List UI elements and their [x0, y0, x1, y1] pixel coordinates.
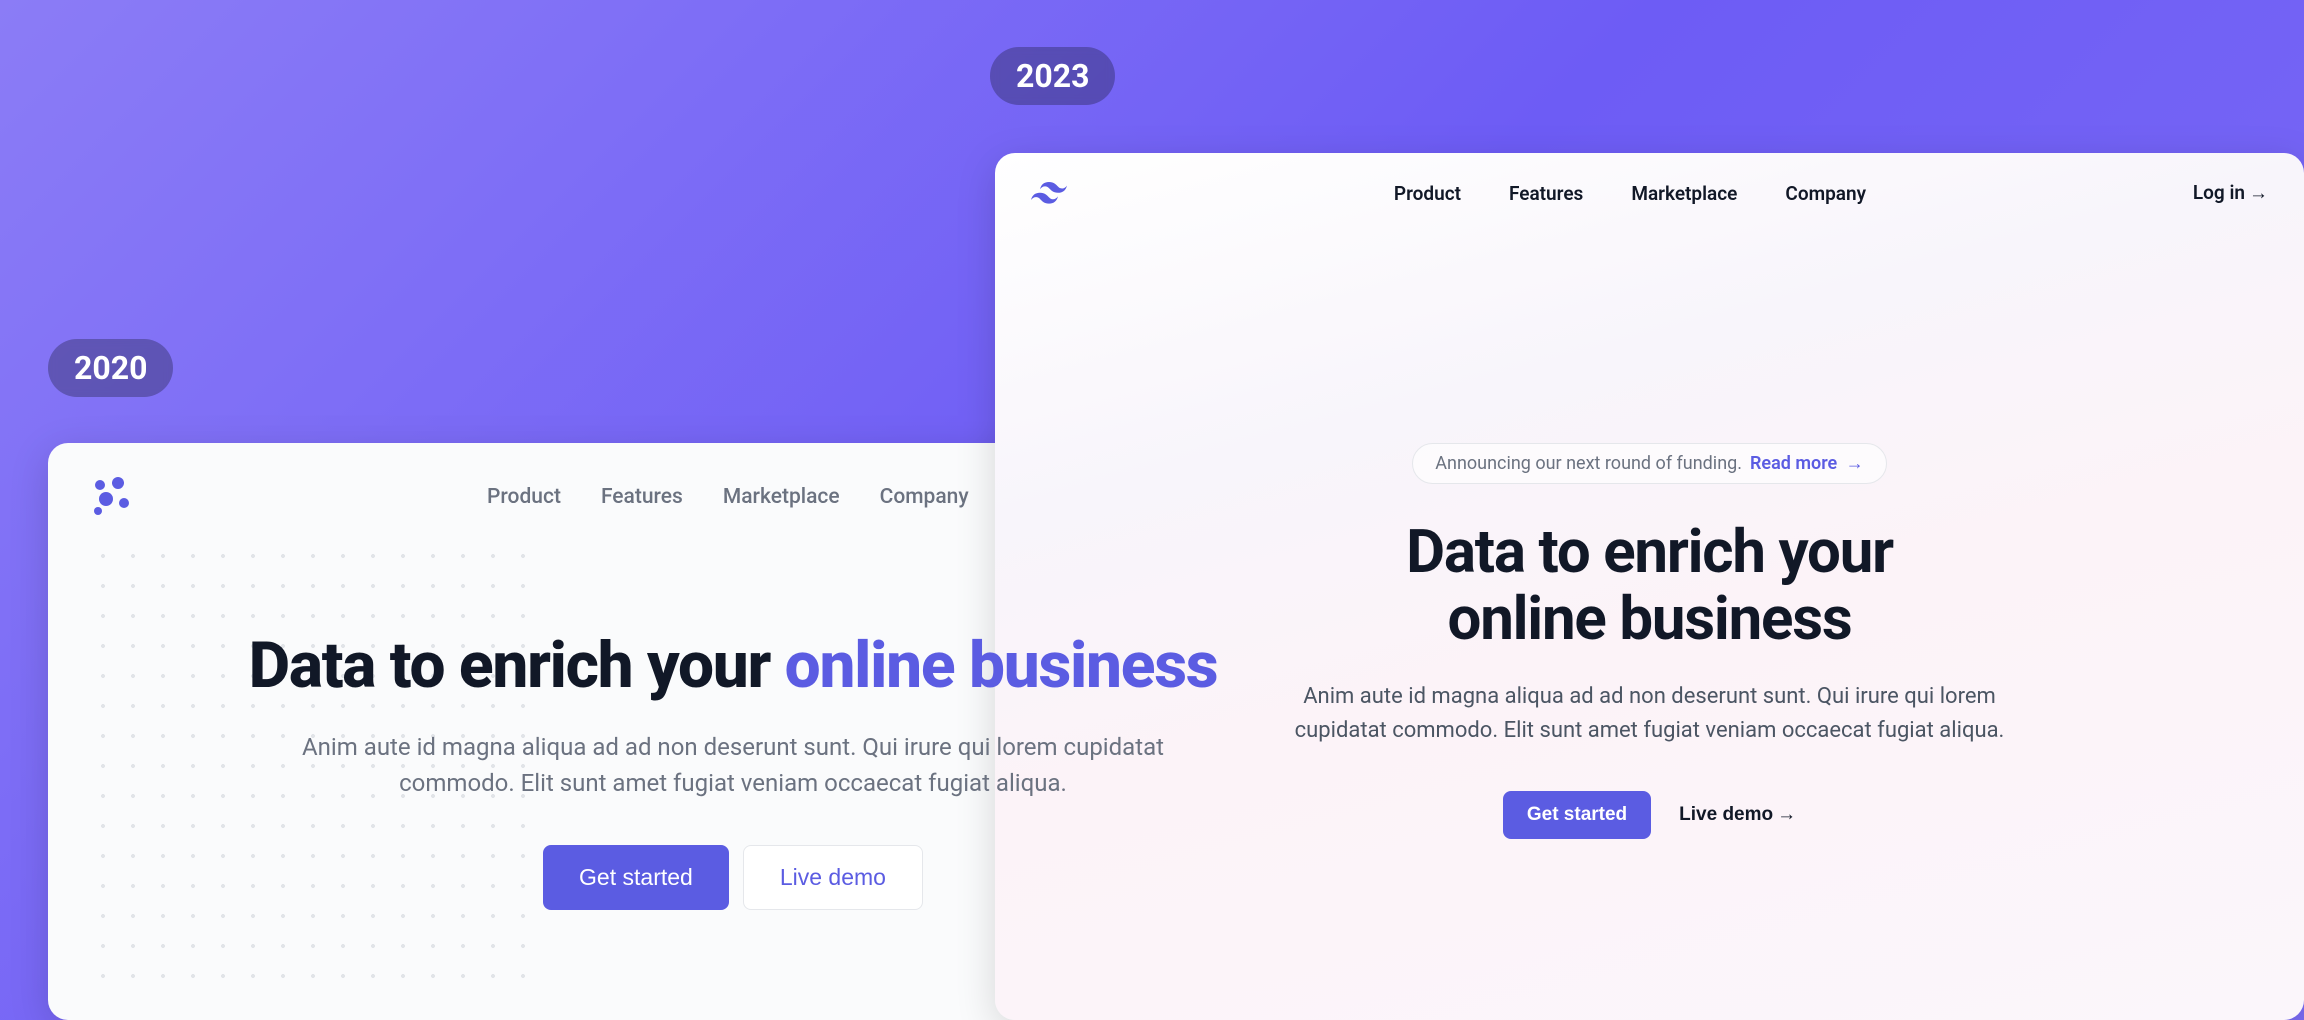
announcement-pill[interactable]: Announcing our next round of funding. Re…: [1412, 443, 1886, 484]
hero-description-2020: Anim aute id magna aliqua ad ad non dese…: [283, 729, 1183, 801]
nav-item-company[interactable]: Company: [1785, 182, 1866, 205]
arrow-right-icon: →: [1777, 804, 1796, 825]
arrow-right-icon: →: [2249, 181, 2268, 204]
get-started-button[interactable]: Get started: [543, 845, 729, 910]
live-demo-link[interactable]: Live demo→: [1679, 804, 1796, 826]
year-badge-2020: 2020: [48, 339, 173, 397]
hero-title-part1: Data to enrich your: [249, 628, 785, 703]
logo-2020[interactable]: [90, 475, 134, 519]
hero-buttons-2020: Get started Live demo: [108, 845, 1358, 910]
logo-2023[interactable]: [1031, 181, 1067, 205]
announcement-text: Announcing our next round of funding.: [1435, 453, 1742, 474]
nav-items-2023: Product Features Marketplace Company: [1394, 182, 1866, 205]
tailwind-logo-icon: [1031, 181, 1067, 205]
announcement-link-label: Read more: [1750, 453, 1837, 474]
nav-item-marketplace[interactable]: Marketplace: [1631, 182, 1737, 205]
live-demo-label: Live demo: [1679, 804, 1773, 825]
nav-item-product[interactable]: Product: [1394, 182, 1461, 205]
nav-item-company[interactable]: Company: [880, 485, 969, 509]
nav-items-2020: Product Features Marketplace Company: [487, 485, 969, 509]
hero-title-2020: Data to enrich your online business: [108, 631, 1358, 701]
announcement-link[interactable]: Read more →: [1750, 453, 1864, 474]
hero-title-line1: Data to enrich your: [1406, 516, 1893, 587]
live-demo-button[interactable]: Live demo: [743, 845, 923, 910]
get-started-button[interactable]: Get started: [1503, 791, 1651, 839]
login-link[interactable]: Log in→: [2193, 181, 2268, 205]
nav-item-features[interactable]: Features: [601, 485, 683, 509]
hero-description-2023: Anim aute id magna aliqua ad ad non dese…: [1270, 680, 2030, 748]
year-badge-2023: 2023: [990, 47, 1115, 105]
nav-item-marketplace[interactable]: Marketplace: [723, 485, 840, 509]
hero-title-accent: online business: [785, 628, 1218, 703]
hero-title-line2: online business: [1448, 583, 1852, 654]
abstract-dots-logo-icon: [90, 475, 134, 519]
nav-2023: Product Features Marketplace Company Log…: [995, 153, 2304, 233]
login-label: Log in: [2193, 181, 2245, 204]
nav-item-features[interactable]: Features: [1509, 182, 1583, 205]
nav-item-product[interactable]: Product: [487, 485, 561, 509]
arrow-right-icon: →: [1846, 453, 1864, 474]
